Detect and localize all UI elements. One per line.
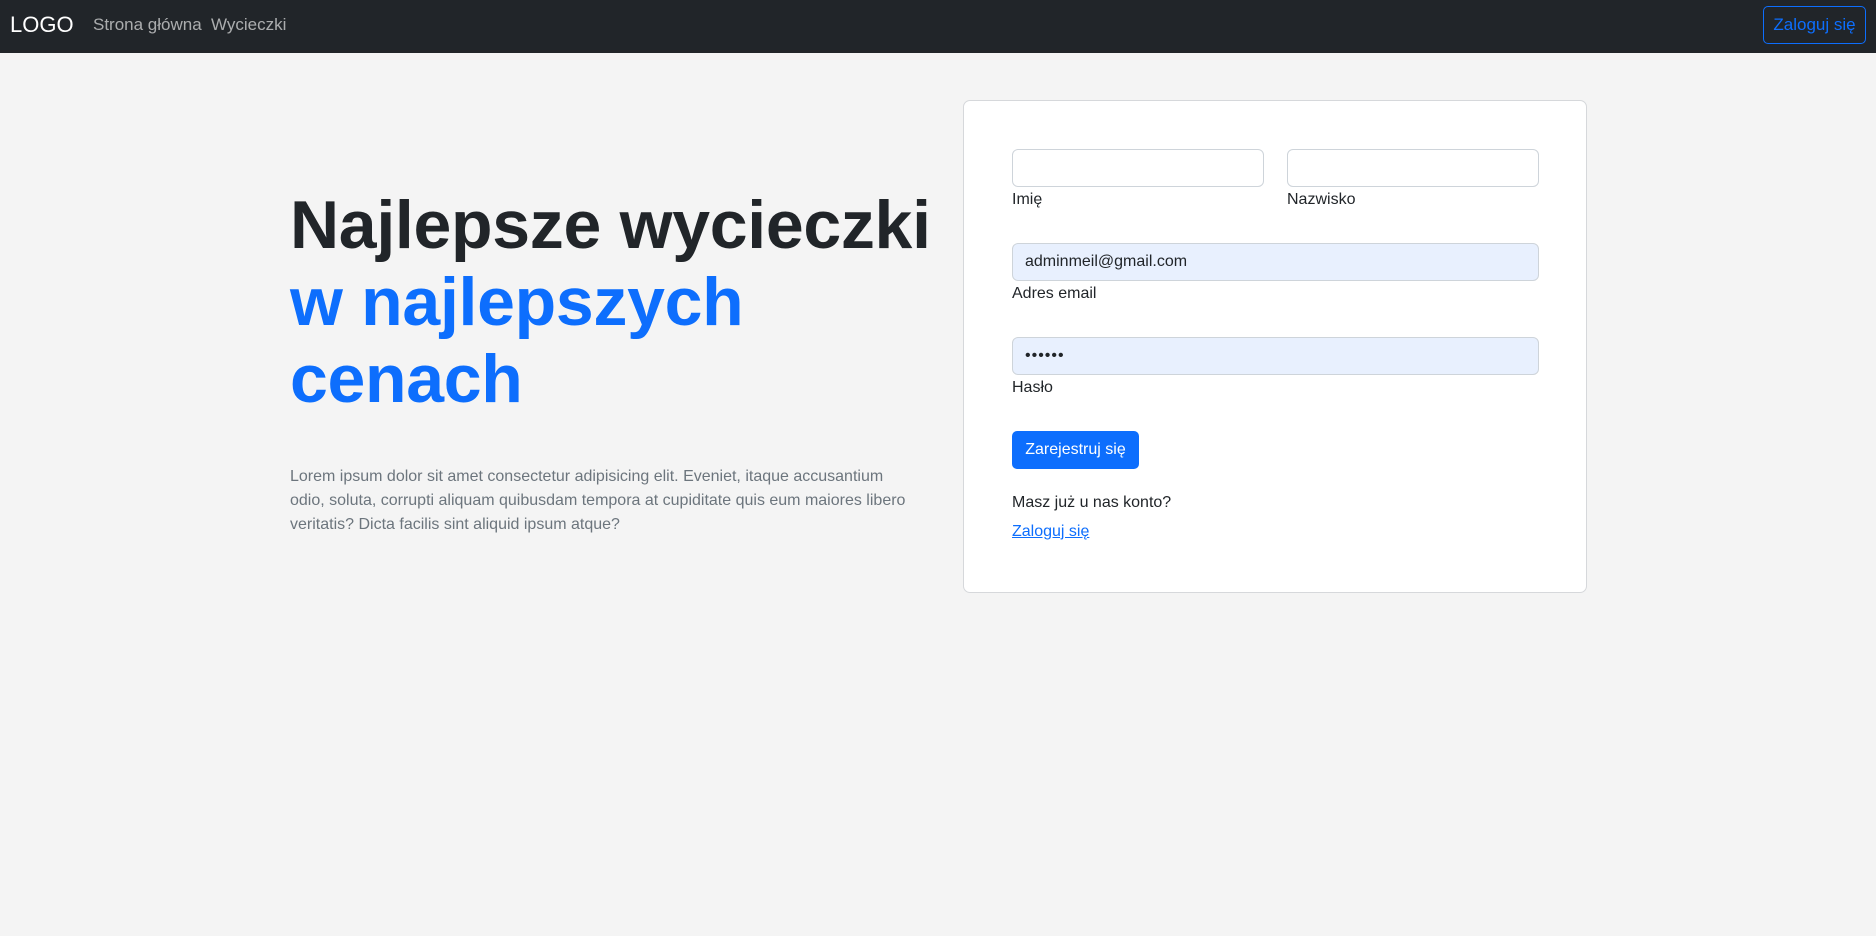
navbar: LOGO Strona główna Wycieczki Zaloguj się xyxy=(0,0,1876,53)
first-name-input[interactable] xyxy=(1012,149,1264,187)
password-label: Hasło xyxy=(1012,379,1053,396)
has-account-text: Masz już u nas konto? xyxy=(1012,494,1172,511)
brand-logo[interactable]: LOGO xyxy=(10,12,74,38)
registration-card: Imię Nazwisko Adres email Hasło Zarejest… xyxy=(963,100,1587,593)
email-label: Adres email xyxy=(1012,285,1097,302)
login-link[interactable]: Zaloguj się xyxy=(1012,522,1089,542)
hero-title-line1: Najlepsze wycieczki xyxy=(290,187,931,263)
nav-link-home[interactable]: Strona główna xyxy=(93,15,202,35)
last-name-label: Nazwisko xyxy=(1287,191,1356,208)
email-input[interactable] xyxy=(1012,243,1539,281)
last-name-input[interactable] xyxy=(1287,149,1539,187)
hero-title: Najlepsze wycieczki w najlepszych cenach xyxy=(290,187,931,418)
password-input[interactable] xyxy=(1012,337,1539,375)
nav-link-trips[interactable]: Wycieczki xyxy=(211,15,286,35)
navbar-login-button[interactable]: Zaloguj się xyxy=(1763,6,1866,44)
hero-title-highlight: w najlepszych cenach xyxy=(290,264,744,417)
first-name-label: Imię xyxy=(1012,191,1043,208)
register-button[interactable]: Zarejestruj się xyxy=(1012,431,1139,469)
hero-lead-text: Lorem ipsum dolor sit amet consectetur a… xyxy=(290,468,906,533)
